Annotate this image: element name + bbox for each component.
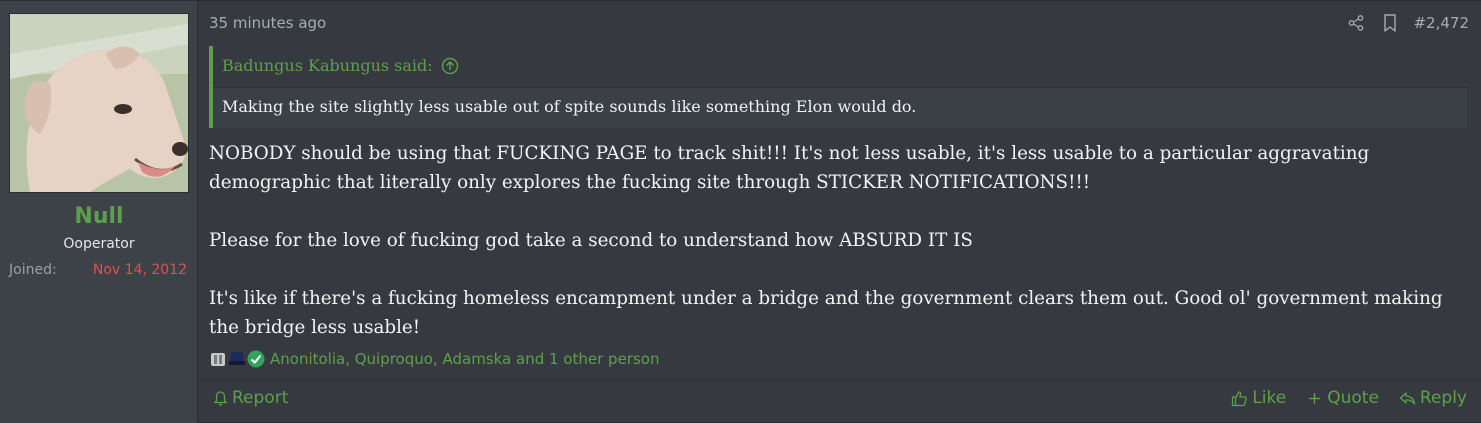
joined-label: Joined: bbox=[9, 262, 57, 278]
quote-header: Badungus Kabungus said: bbox=[213, 46, 1467, 88]
quote-block: Badungus Kabungus said: Making the site … bbox=[209, 46, 1467, 128]
message-paragraph: It's like if there's a fucking homeless … bbox=[209, 288, 1443, 338]
quote-label[interactable]: Quote bbox=[1327, 388, 1379, 408]
reactions-bar[interactable]: Anonitolia, Quiproquo, Adamska and 1 oth… bbox=[209, 348, 659, 370]
cartoon-dog-avatar-image bbox=[10, 14, 188, 192]
reply-icon bbox=[1399, 391, 1416, 405]
post-number[interactable]: #2,472 bbox=[1413, 14, 1469, 32]
arrow-up-circle-icon[interactable] bbox=[441, 57, 459, 75]
quote-text: Making the site slightly less usable out… bbox=[222, 97, 917, 116]
forum-post: Null Ooperator Joined: Nov 14, 2012 35 m… bbox=[0, 0, 1481, 423]
footer-divider bbox=[199, 379, 1481, 380]
bell-icon bbox=[213, 390, 228, 405]
message-paragraph: NOBODY should be using that FUCKING PAGE… bbox=[209, 143, 1370, 193]
report-label[interactable]: Report bbox=[232, 388, 288, 408]
share-icon[interactable] bbox=[1348, 15, 1364, 31]
reaction-icons bbox=[209, 350, 266, 368]
reaction-icon-1 bbox=[211, 353, 225, 366]
reaction-icon-3 bbox=[247, 350, 265, 368]
avatar[interactable] bbox=[9, 13, 189, 193]
like-label[interactable]: Like bbox=[1252, 388, 1286, 408]
user-title: Ooperator bbox=[63, 236, 135, 252]
username[interactable]: Null bbox=[0, 204, 198, 229]
post-timestamp[interactable]: 35 minutes ago bbox=[209, 14, 326, 32]
quote-author[interactable]: Badungus Kabungus said: bbox=[222, 56, 433, 75]
reaction-icon-2 bbox=[229, 352, 245, 365]
thumbs-up-icon bbox=[1232, 390, 1248, 406]
message-paragraph: Please for the love of fucking god take … bbox=[209, 230, 973, 251]
reply-button[interactable]: Reply bbox=[1399, 388, 1467, 408]
quote-author-link[interactable]: Badungus Kabungus said: bbox=[222, 56, 459, 75]
message-body: NOBODY should be using that FUCKING PAGE… bbox=[209, 139, 1471, 342]
user-info-panel: Null Ooperator Joined: Nov 14, 2012 bbox=[0, 1, 198, 423]
report-button[interactable]: Report bbox=[212, 388, 288, 408]
quote-button[interactable]: Quote bbox=[1306, 388, 1379, 408]
plus-icon bbox=[1309, 392, 1321, 404]
joined-date: Nov 14, 2012 bbox=[92, 262, 187, 278]
reply-label[interactable]: Reply bbox=[1420, 388, 1467, 408]
post-actions: Like Quote Reply bbox=[1231, 388, 1467, 408]
like-button[interactable]: Like bbox=[1231, 388, 1286, 408]
bookmark-icon[interactable] bbox=[1383, 14, 1397, 32]
reaction-users[interactable]: Anonitolia, Quiproquo, Adamska and 1 oth… bbox=[270, 350, 659, 368]
